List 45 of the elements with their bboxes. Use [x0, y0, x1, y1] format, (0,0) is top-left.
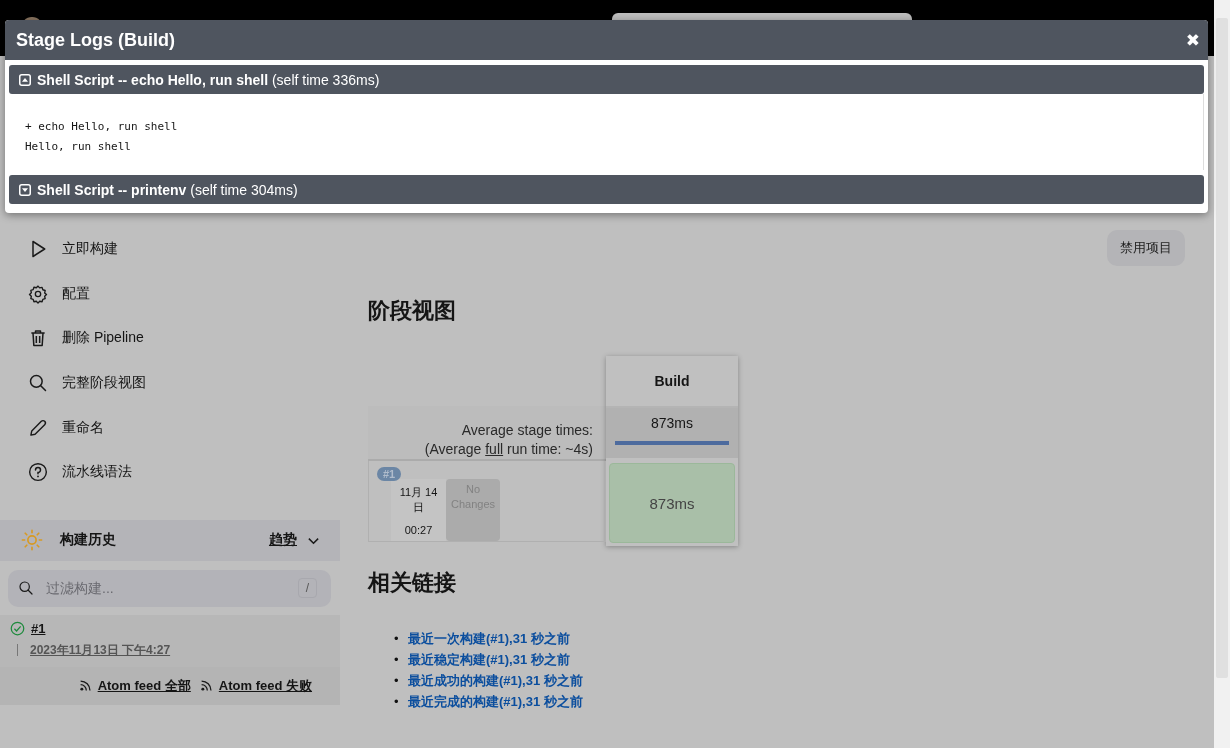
bullet: •: [394, 651, 400, 669]
build-history-title: 构建历史: [60, 531, 117, 550]
trash-icon: [28, 328, 48, 349]
rss-icon: [78, 679, 92, 693]
build-link[interactable]: 最近成功的构建(#1),31 秒之前: [408, 670, 583, 691]
rss-icon: [199, 679, 213, 693]
average-time: 873ms: [651, 415, 693, 431]
stage-cell[interactable]: 873ms: [609, 463, 735, 543]
average-run-time-label: (Average full run time: ~4s): [424, 441, 593, 457]
section-heading: 阶段视图: [368, 297, 457, 325]
settings-icon: [28, 283, 48, 304]
dialog-title: Stage Logs (Build): [16, 29, 175, 51]
bullet: •: [394, 672, 400, 690]
disable-project-button[interactable]: 禁用项目: [1107, 230, 1185, 266]
average-stage-times-label: Average stage times:: [461, 422, 593, 438]
help-icon: [28, 462, 48, 483]
pencil-icon: [28, 417, 48, 438]
build-link[interactable]: 最近一次构建(#1),31 秒之前: [408, 628, 570, 649]
step-header[interactable]: Shell Script -- echo Hello, run shell (self time 336ms): [9, 65, 1204, 94]
build-link[interactable]: 最近稳定构建(#1),31 秒之前: [408, 649, 570, 670]
sidebar-item[interactable]: 立即构建: [28, 227, 340, 272]
log-output: + echo Hello, run shell Hello, run shell: [9, 94, 1204, 170]
build-date-link[interactable]: 2023年11月13日 下午4:27: [30, 641, 171, 659]
bullet: •: [394, 693, 400, 711]
build-link[interactable]: 最近完成的构建(#1),31 秒之前: [408, 691, 583, 712]
build-link[interactable]: #1: [31, 620, 46, 636]
search-icon: [28, 373, 48, 394]
close-button[interactable]: ✖: [1185, 29, 1200, 51]
atom-feed-link[interactable]: Atom feed 全部: [97, 676, 191, 695]
scrollbar[interactable]: [1214, 0, 1230, 748]
section-heading: 相关链接: [368, 569, 457, 597]
sidebar-item[interactable]: 完整阶段视图: [28, 360, 340, 406]
sidebar-item[interactable]: 重命名: [28, 405, 340, 450]
bullet: •: [394, 630, 400, 648]
sidebar-item[interactable]: 删除 Pipeline: [28, 316, 340, 361]
run-date: 11月 14 日 00:27: [391, 479, 446, 541]
shortcut-key: /: [297, 577, 317, 598]
atom-feed-link[interactable]: Atom feed 失败: [218, 676, 312, 695]
step-header[interactable]: Shell Script -- printenv (self time 304ms): [9, 175, 1204, 204]
sun-icon: [21, 529, 43, 552]
trend-link[interactable]: 趋势: [269, 531, 297, 550]
full-link[interactable]: full: [485, 441, 504, 457]
sidebar-item[interactable]: 流水线语法: [28, 449, 340, 495]
search-icon: [18, 579, 34, 596]
sidebar-item[interactable]: 配置: [28, 271, 340, 317]
